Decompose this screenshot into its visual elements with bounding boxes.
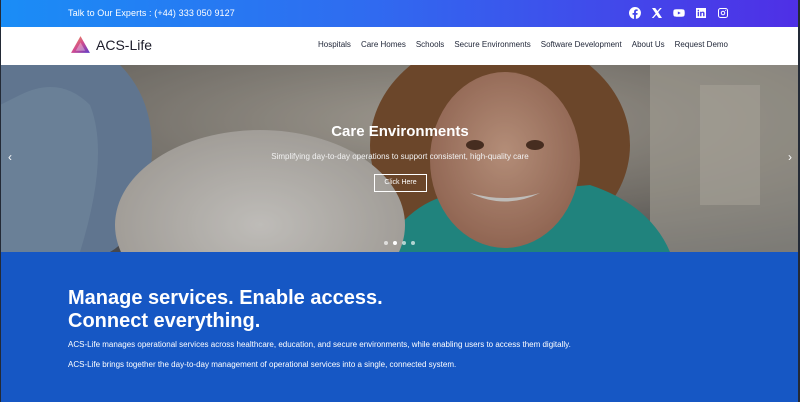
hero-click-here-button[interactable]: Click Here [374,174,427,192]
slider-dot[interactable] [402,241,406,245]
slider-dot-active[interactable] [393,241,397,245]
intro-section: Manage services. Enable access. Connect … [0,252,800,402]
headline-line-1: Manage services. Enable access. [68,287,383,309]
logo-mark-icon [71,36,90,53]
window-edge-left [0,0,1,402]
nav-item-care-homes[interactable]: Care Homes [361,40,406,49]
x-icon[interactable] [650,6,664,20]
slider-prev-arrow-icon[interactable]: ‹ [8,151,12,163]
slider-dot[interactable] [411,241,415,245]
slider-dot[interactable] [384,241,388,245]
slider-next-arrow-icon[interactable]: › [788,151,792,163]
nav-item-schools[interactable]: Schools [416,40,444,49]
top-contact-bar: Talk to Our Experts : (+44) 333 050 9127 [0,0,800,27]
slider-pagination [384,241,415,245]
social-links [628,6,730,20]
hero-slider: Care Environments Simplifying day-to-day… [0,65,800,252]
nav-item-request-demo[interactable]: Request Demo [675,40,728,49]
instagram-icon[interactable] [716,6,730,20]
nav-menu: Hospitals Care Homes Schools Secure Envi… [318,40,728,49]
intro-headline: Manage services. Enable access. Connect … [68,287,383,333]
main-navbar: ACS-Life Hospitals Care Homes Schools Se… [0,27,800,65]
nav-item-hospitals[interactable]: Hospitals [318,40,351,49]
contact-info: Talk to Our Experts : (+44) 333 050 9127 [68,7,235,20]
browser-page: Talk to Our Experts : (+44) 333 050 9127 [0,0,800,402]
nav-item-about-us[interactable]: About Us [632,40,665,49]
linkedin-icon[interactable] [694,6,708,20]
nav-item-secure-environments[interactable]: Secure Environments [454,40,530,49]
headline-line-2: Connect everything. [68,310,261,332]
hero-subtitle: Simplifying day-to-day operations to sup… [271,152,529,161]
contact-label: Talk to Our Experts : [68,8,152,18]
phone-link[interactable]: (+44) 333 050 9127 [154,8,235,18]
intro-paragraph-2: ACS-Life brings together the day-to-day … [68,360,457,369]
intro-paragraph-1: ACS-Life manages operational services ac… [68,340,571,349]
logo-text: ACS-Life [96,36,153,53]
facebook-icon[interactable] [628,6,642,20]
nav-item-software-development[interactable]: Software Development [541,40,622,49]
hero-title: Care Environments [331,123,469,140]
youtube-icon[interactable] [672,6,686,20]
site-logo[interactable]: ACS-Life [70,35,152,54]
